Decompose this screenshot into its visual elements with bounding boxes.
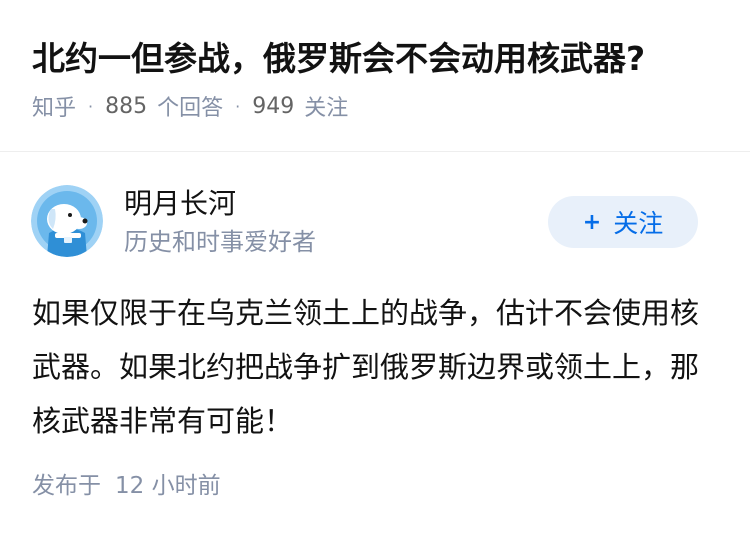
answer-content[interactable]: 如果仅限于在乌克兰领土上的战争，估计不会使用核武器。如果北约把战争扩到俄罗斯边界… — [32, 286, 712, 448]
follower-count: 949 — [252, 93, 295, 119]
answer-publish-time: 发布于 12 小时前 — [32, 466, 221, 500]
follower-count-label: 关注 — [304, 96, 349, 121]
answer-count-label: 个回答 — [157, 96, 224, 121]
published-time: 12 小时前 — [115, 473, 221, 499]
plus-icon: + — [582, 209, 602, 235]
question-header: 北约一但参战，俄罗斯会不会动用核武器? 知乎 · 885 个回答 · 949 关… — [0, 0, 750, 121]
question-meta: 知乎 · 885 个回答 · 949 关注 — [32, 90, 718, 122]
author-bio: 历史和时事爱好者 — [124, 228, 316, 256]
question-title[interactable]: 北约一但参战，俄罗斯会不会动用核武器? — [32, 36, 718, 82]
dog-mascot-avatar-icon — [31, 185, 103, 257]
author-row: 明月长河 历史和时事爱好者 + 关注 — [0, 152, 750, 262]
author-name[interactable]: 明月长河 — [124, 186, 236, 222]
meta-separator: · — [88, 96, 94, 116]
published-label: 发布于 — [32, 473, 101, 499]
follow-button-label: 关注 — [613, 209, 664, 238]
answer-card: 明月长河 历史和时事爱好者 + 关注 如果仅限于在乌克兰领土上的战争，估计不会使… — [0, 152, 750, 499]
source-label[interactable]: 知乎 — [32, 90, 76, 122]
answer-count: 885 — [105, 93, 148, 119]
meta-separator: · — [235, 96, 241, 116]
author-avatar[interactable] — [31, 185, 103, 257]
follow-button[interactable]: + 关注 — [548, 196, 698, 248]
answer-text: 如果仅限于在乌克兰领土上的战争，估计不会使用核武器。如果北约把战争扩到俄罗斯边界… — [32, 296, 700, 438]
